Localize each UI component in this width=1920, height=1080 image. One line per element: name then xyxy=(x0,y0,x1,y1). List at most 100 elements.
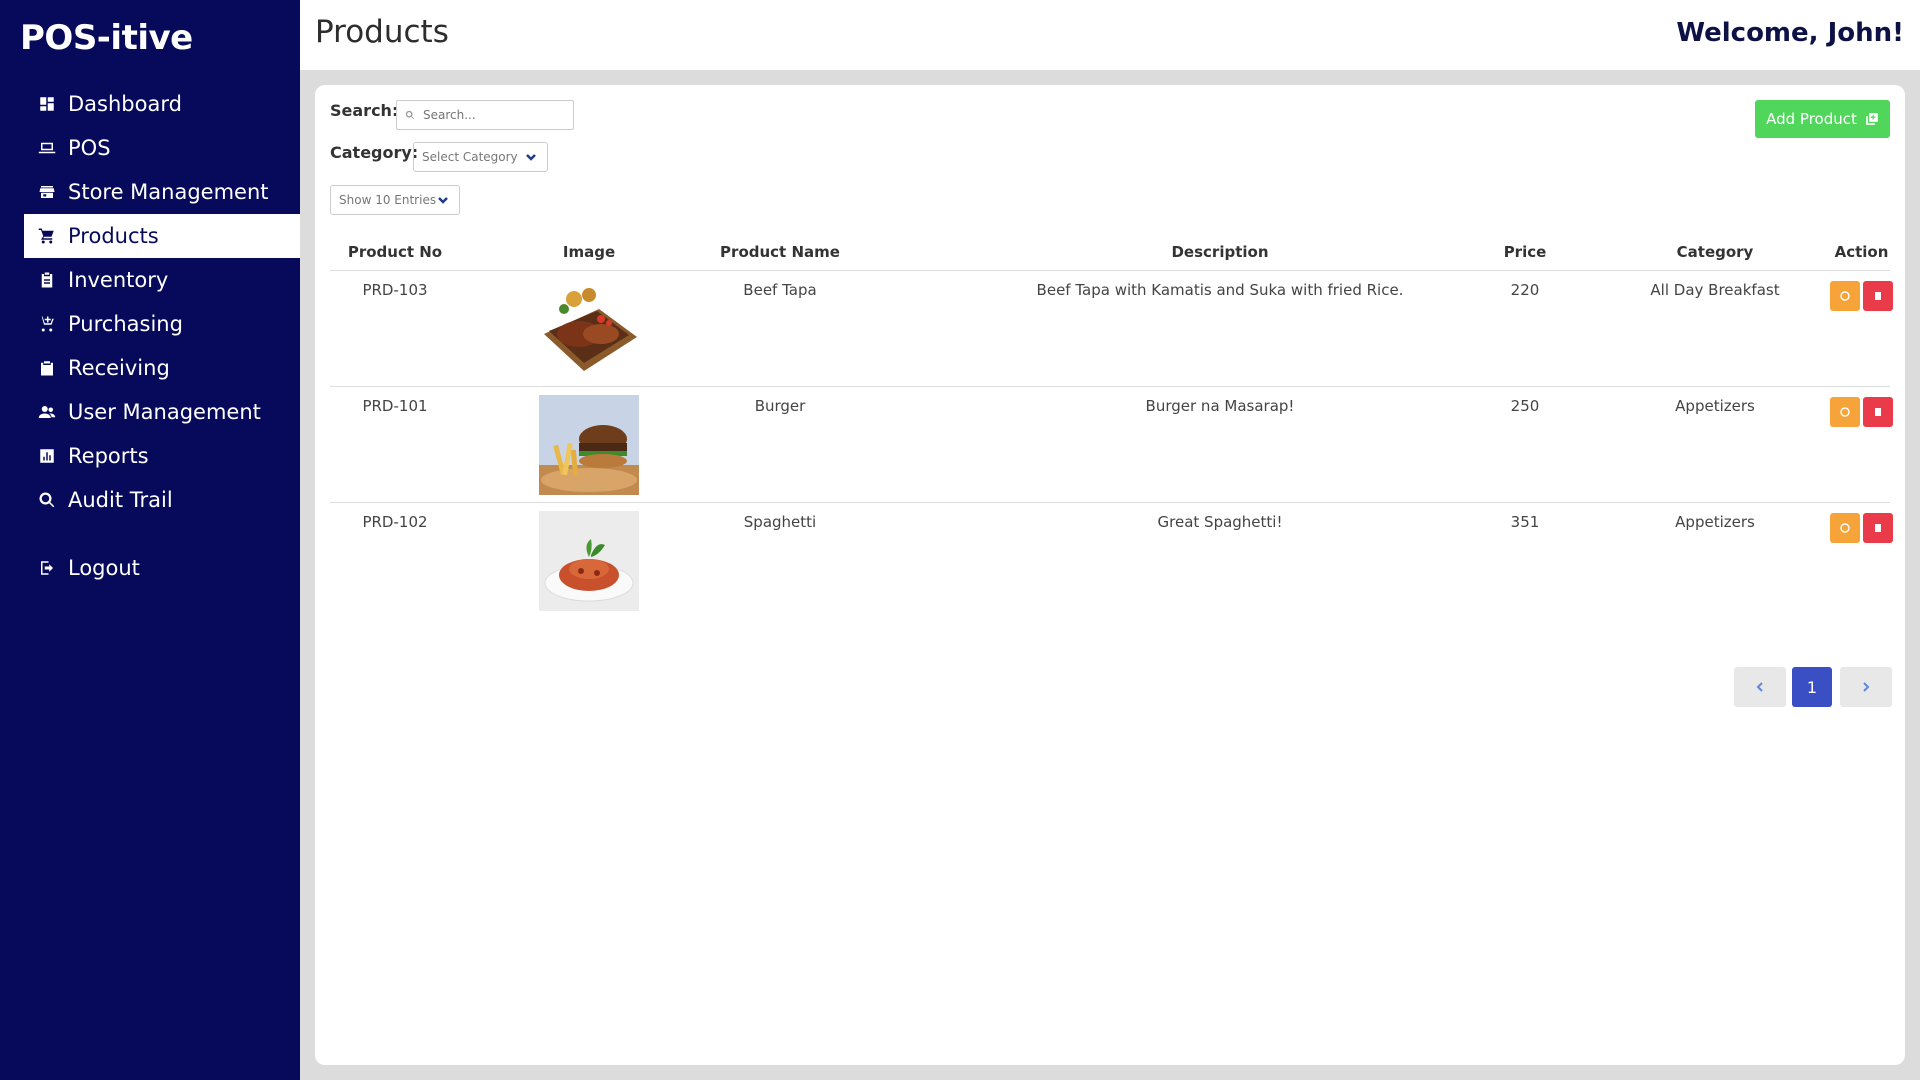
sidebar-item-label: Reports xyxy=(68,444,149,468)
edit-icon xyxy=(1840,291,1850,301)
product-price: 220 xyxy=(1510,281,1540,299)
category-select[interactable]: Select Category xyxy=(413,142,548,172)
logout-label: Logout xyxy=(68,556,140,580)
sidebar-item-label: Dashboard xyxy=(68,92,182,116)
search-field[interactable] xyxy=(396,100,574,130)
sidebar-item-label: Inventory xyxy=(68,268,169,292)
edit-icon xyxy=(1840,407,1850,417)
product-description: Burger na Masarap! xyxy=(1145,397,1295,415)
sidebar-item-label: Store Management xyxy=(68,180,269,204)
products-card: Search: Category: Select Category Show 1… xyxy=(315,85,1905,1065)
col-price: Price xyxy=(1503,243,1547,261)
pagination-page-current[interactable]: 1 xyxy=(1792,667,1832,707)
table-row: PRD-101 Burger Burger na Masarap! 250 Ap… xyxy=(330,387,1893,503)
col-action: Action xyxy=(1834,243,1889,261)
col-product-no: Product No xyxy=(347,243,443,261)
pagination-prev-button[interactable] xyxy=(1734,667,1786,707)
product-price: 250 xyxy=(1510,397,1540,415)
brand-logo: POS-itive xyxy=(20,18,193,58)
logout-icon xyxy=(38,559,56,577)
sidebar-item-dashboard[interactable]: Dashboard xyxy=(24,82,300,126)
product-no: PRD-103 xyxy=(362,281,428,299)
table-row: PRD-103 Beef Tapa Beef Tapa with Kamatis… xyxy=(330,271,1893,387)
product-category: Appetizers xyxy=(1675,397,1755,415)
sidebar-item-pos[interactable]: POS xyxy=(24,126,300,170)
product-no: PRD-102 xyxy=(362,513,428,531)
category-select-value: Select Category xyxy=(422,150,518,164)
chevron-right-icon xyxy=(1863,682,1870,692)
sidebar-item-label: Products xyxy=(68,224,159,248)
sidebar-item-reports[interactable]: Reports xyxy=(24,434,300,478)
edit-button[interactable] xyxy=(1830,513,1860,543)
chevron-down-icon xyxy=(437,194,449,206)
welcome-message: Welcome, John! xyxy=(1676,18,1904,48)
add-product-label: Add Product xyxy=(1766,110,1857,128)
sidebar-item-inventory[interactable]: Inventory xyxy=(24,258,300,302)
entries-select[interactable]: Show 10 Entries xyxy=(330,185,460,215)
sidebar-item-label: User Management xyxy=(68,400,261,424)
entries-select-value: Show 10 Entries xyxy=(339,193,437,207)
sidebar-item-label: Audit Trail xyxy=(68,488,173,512)
sidebar-item-purchasing[interactable]: Purchasing xyxy=(24,302,300,346)
delete-button[interactable] xyxy=(1863,397,1893,427)
product-category: All Day Breakfast xyxy=(1650,281,1780,299)
laptop-icon xyxy=(38,139,56,157)
product-no: PRD-101 xyxy=(362,397,428,415)
sidebar-item-label: POS xyxy=(68,136,111,160)
col-image: Image xyxy=(562,243,616,261)
sidebar: POS-itive Dashboard POS Store Management… xyxy=(0,0,300,1080)
product-name: Burger xyxy=(754,397,806,415)
top-header: Products Welcome, John! xyxy=(300,0,1920,70)
product-name: Spaghetti xyxy=(743,513,817,531)
sidebar-item-audit-trail[interactable]: Audit Trail xyxy=(24,478,300,522)
add-product-button[interactable]: Add Product xyxy=(1755,100,1890,138)
trash-icon xyxy=(1875,292,1881,300)
products-table: Product No Image Product Name Descriptio… xyxy=(330,235,1893,619)
delete-button[interactable] xyxy=(1863,281,1893,311)
product-price: 351 xyxy=(1510,513,1540,531)
edit-button[interactable] xyxy=(1830,281,1860,311)
sidebar-item-label: Purchasing xyxy=(68,312,183,336)
sidebar-item-receiving[interactable]: Receiving xyxy=(24,346,300,390)
package-icon xyxy=(38,359,56,377)
beef-tapa-image xyxy=(539,279,639,379)
cart-plus-icon xyxy=(38,315,56,333)
spaghetti-image xyxy=(539,511,639,611)
trash-icon xyxy=(1875,408,1881,416)
sidebar-item-user-management[interactable]: User Management xyxy=(24,390,300,434)
table-header: Product No Image Product Name Descriptio… xyxy=(330,235,1890,271)
product-description: Beef Tapa with Kamatis and Suka with fri… xyxy=(1036,281,1404,299)
store-icon xyxy=(38,183,56,201)
cart-icon xyxy=(38,227,56,245)
logout-button[interactable]: Logout xyxy=(24,546,300,590)
sidebar-item-products[interactable]: Products xyxy=(24,214,300,258)
product-name: Beef Tapa xyxy=(743,281,817,299)
category-label: Category: xyxy=(330,143,419,162)
pagination-next-button[interactable] xyxy=(1840,667,1892,707)
search-input[interactable] xyxy=(423,108,563,122)
dashboard-icon xyxy=(38,95,56,113)
clipboard-icon xyxy=(38,271,56,289)
product-category: Appetizers xyxy=(1675,513,1755,531)
search-label: Search: xyxy=(330,101,399,120)
edit-icon xyxy=(1840,523,1850,533)
burger-image xyxy=(539,395,639,495)
product-description: Great Spaghetti! xyxy=(1157,513,1283,531)
chevron-left-icon xyxy=(1756,682,1763,692)
search-icon xyxy=(405,110,415,120)
users-icon xyxy=(38,403,56,421)
page-title: Products xyxy=(315,14,449,50)
edit-button[interactable] xyxy=(1830,397,1860,427)
delete-button[interactable] xyxy=(1863,513,1893,543)
sidebar-item-store-management[interactable]: Store Management xyxy=(24,170,300,214)
col-product-name: Product Name xyxy=(720,243,840,261)
chart-icon xyxy=(38,447,56,465)
search-icon xyxy=(38,491,56,509)
sidebar-item-label: Receiving xyxy=(68,356,170,380)
col-category: Category xyxy=(1676,243,1754,261)
table-row: PRD-102 Spaghetti Great Spaghetti! 351 A… xyxy=(330,503,1893,619)
sidebar-nav: Dashboard POS Store Management Products … xyxy=(24,82,300,590)
add-box-icon xyxy=(1866,113,1878,125)
trash-icon xyxy=(1875,524,1881,532)
chevron-down-icon xyxy=(525,151,537,163)
